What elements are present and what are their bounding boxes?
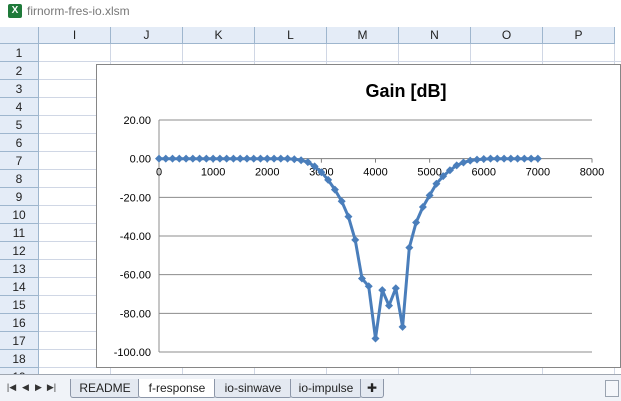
column-header-k[interactable]: K xyxy=(183,27,255,44)
column-header-m[interactable]: M xyxy=(327,27,399,44)
x-tick-label: 6000 xyxy=(472,167,496,179)
row-header-13[interactable]: 13 xyxy=(0,260,39,278)
window-titlebar: X firnorm-fres-io.xlsm xyxy=(0,0,621,22)
row-header-9[interactable]: 9 xyxy=(0,188,39,206)
column-header-p[interactable]: P xyxy=(543,27,615,44)
row-header-2[interactable]: 2 xyxy=(0,62,39,80)
last-sheet-button[interactable]: ▶| xyxy=(46,381,57,393)
sheet-tab-f-response[interactable]: f-response xyxy=(138,379,216,398)
data-point xyxy=(398,322,407,331)
column-header-l[interactable]: L xyxy=(255,27,327,44)
row-header-17[interactable]: 17 xyxy=(0,332,39,350)
x-tick-label: 2000 xyxy=(255,167,279,179)
data-point xyxy=(405,243,414,252)
row-header-18[interactable]: 18 xyxy=(0,350,39,368)
x-tick-label: 7000 xyxy=(526,167,550,179)
x-tick-label: 8000 xyxy=(580,167,604,179)
chart-title: Gain [dB] xyxy=(366,81,447,101)
row-header-14[interactable]: 14 xyxy=(0,278,39,296)
x-tick-label: 5000 xyxy=(417,167,441,179)
y-tick-label: 0.00 xyxy=(130,154,151,166)
y-tick-label: 20.00 xyxy=(123,115,151,127)
row-header-5[interactable]: 5 xyxy=(0,116,39,134)
column-header-n[interactable]: N xyxy=(399,27,471,44)
sheet-tab-readme[interactable]: README xyxy=(70,379,140,398)
row-header-11[interactable]: 11 xyxy=(0,224,39,242)
x-tick-label: 0 xyxy=(156,167,162,179)
gain-chart[interactable]: Gain [dB] 20.00 0.00 -20.00 -40.00 -60.00 -80.… xyxy=(96,64,621,368)
row-header-16[interactable]: 16 xyxy=(0,314,39,332)
row-header-3[interactable]: 3 xyxy=(0,80,39,98)
prev-sheet-button[interactable]: ◀ xyxy=(20,381,31,393)
data-point xyxy=(533,154,542,163)
column-header-j[interactable]: J xyxy=(111,27,183,44)
series-line xyxy=(159,157,538,340)
data-point xyxy=(297,156,306,165)
horizontal-scrollbar[interactable] xyxy=(605,380,619,397)
row-header-4[interactable]: 4 xyxy=(0,98,39,116)
row-header-8[interactable]: 8 xyxy=(0,170,39,188)
select-all-corner[interactable] xyxy=(0,27,39,44)
row-header-1[interactable]: 1 xyxy=(0,44,39,62)
next-sheet-button[interactable]: ▶ xyxy=(33,381,44,393)
y-tick-label: -20.00 xyxy=(120,192,151,204)
x-tick-label: 1000 xyxy=(201,167,225,179)
window-title: firnorm-fres-io.xlsm xyxy=(27,4,130,18)
sheet-tab-io-impulse[interactable]: io-impulse xyxy=(290,379,362,398)
excel-file-icon: X xyxy=(8,4,22,18)
data-point xyxy=(472,155,481,164)
gridline-horizontal xyxy=(39,61,621,62)
data-point xyxy=(479,155,488,164)
data-point xyxy=(391,284,400,293)
y-tick-label: -100.00 xyxy=(114,347,151,359)
row-header-6[interactable]: 6 xyxy=(0,134,39,152)
y-tick-label: -40.00 xyxy=(120,231,151,243)
y-tick-label: -60.00 xyxy=(120,270,151,282)
row-header-10[interactable]: 10 xyxy=(0,206,39,224)
row-header-12[interactable]: 12 xyxy=(0,242,39,260)
column-header-o[interactable]: O xyxy=(471,27,543,44)
insert-sheet-icon[interactable]: ✚ xyxy=(360,379,384,398)
row-header-7[interactable]: 7 xyxy=(0,152,39,170)
sheet-tab-bar: |◀ ◀ ▶ ▶| README f-response io-sinwave io-i… xyxy=(0,374,621,401)
sheet-tab-io-sinwave[interactable]: io-sinwave xyxy=(214,379,292,398)
first-sheet-button[interactable]: |◀ xyxy=(6,381,17,393)
data-point xyxy=(371,334,380,343)
data-point xyxy=(466,156,475,165)
data-point xyxy=(351,235,360,244)
x-tick-label: 4000 xyxy=(363,167,387,179)
data-point xyxy=(283,154,292,163)
column-header-i[interactable]: I xyxy=(39,27,111,44)
data-point xyxy=(290,155,299,164)
row-header-15[interactable]: 15 xyxy=(0,296,39,314)
chart-canvas: Gain [dB] 20.00 0.00 -20.00 -40.00 -60.00 -80.… xyxy=(114,81,605,359)
y-tick-label: -80.00 xyxy=(120,308,151,320)
